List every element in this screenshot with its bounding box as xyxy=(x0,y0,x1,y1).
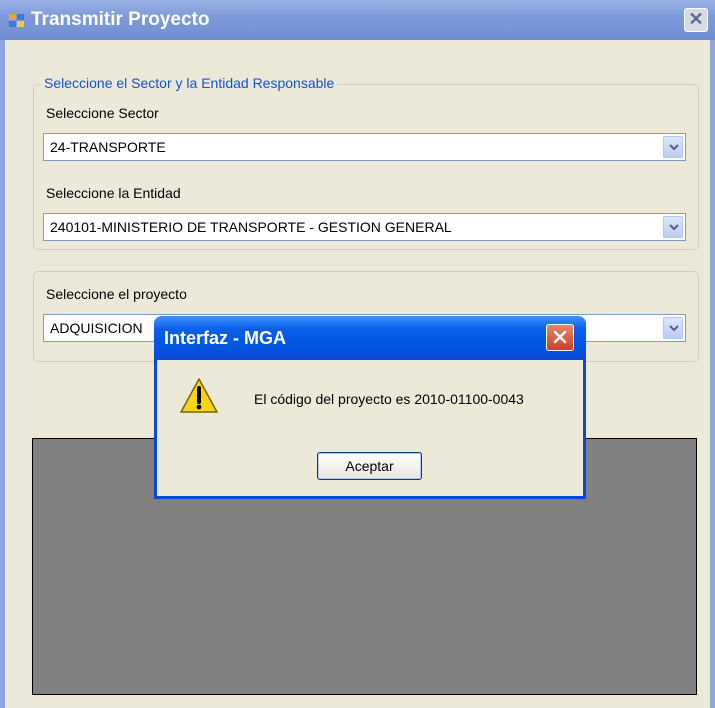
dialog-titlebar: Interfaz - MGA xyxy=(154,316,586,360)
sector-entity-legend: Seleccione el Sector y la Entidad Respon… xyxy=(41,75,338,91)
sector-dropdown-button[interactable] xyxy=(663,136,683,158)
sector-select-value: 24-TRANSPORTE xyxy=(50,139,166,155)
project-dropdown-button[interactable] xyxy=(663,317,683,339)
warning-icon xyxy=(180,378,218,413)
window-close-button[interactable]: ✕ xyxy=(684,8,708,32)
window-title: Transmitir Proyecto xyxy=(31,9,210,30)
message-dialog: Interfaz - MGA El código del proyecto es… xyxy=(154,316,586,499)
entity-dropdown-button[interactable] xyxy=(663,216,683,238)
close-icon xyxy=(553,330,567,344)
project-label: Seleccione el proyecto xyxy=(46,286,187,302)
app-icon xyxy=(9,14,25,28)
chevron-down-icon xyxy=(669,325,679,332)
dialog-title: Interfaz - MGA xyxy=(164,328,287,348)
chevron-down-icon xyxy=(669,224,679,231)
accept-button[interactable]: Aceptar xyxy=(317,452,422,480)
entity-select[interactable]: 240101-MINISTERIO DE TRANSPORTE - GESTIO… xyxy=(43,213,686,241)
window-right-border xyxy=(710,40,715,708)
dialog-close-button[interactable] xyxy=(546,324,574,351)
entity-label: Seleccione la Entidad xyxy=(46,185,181,201)
close-icon: ✕ xyxy=(688,9,704,29)
chevron-down-icon xyxy=(669,144,679,151)
sector-select[interactable]: 24-TRANSPORTE xyxy=(43,133,686,161)
dialog-message: El código del proyecto es 2010-01100-004… xyxy=(254,391,524,407)
sector-label: Seleccione Sector xyxy=(46,105,159,121)
window-titlebar: Transmitir Proyecto ✕ xyxy=(0,0,715,40)
project-select-value: ADQUISICION xyxy=(50,320,143,336)
window-left-border xyxy=(0,40,5,708)
entity-select-value: 240101-MINISTERIO DE TRANSPORTE - GESTIO… xyxy=(50,219,452,235)
